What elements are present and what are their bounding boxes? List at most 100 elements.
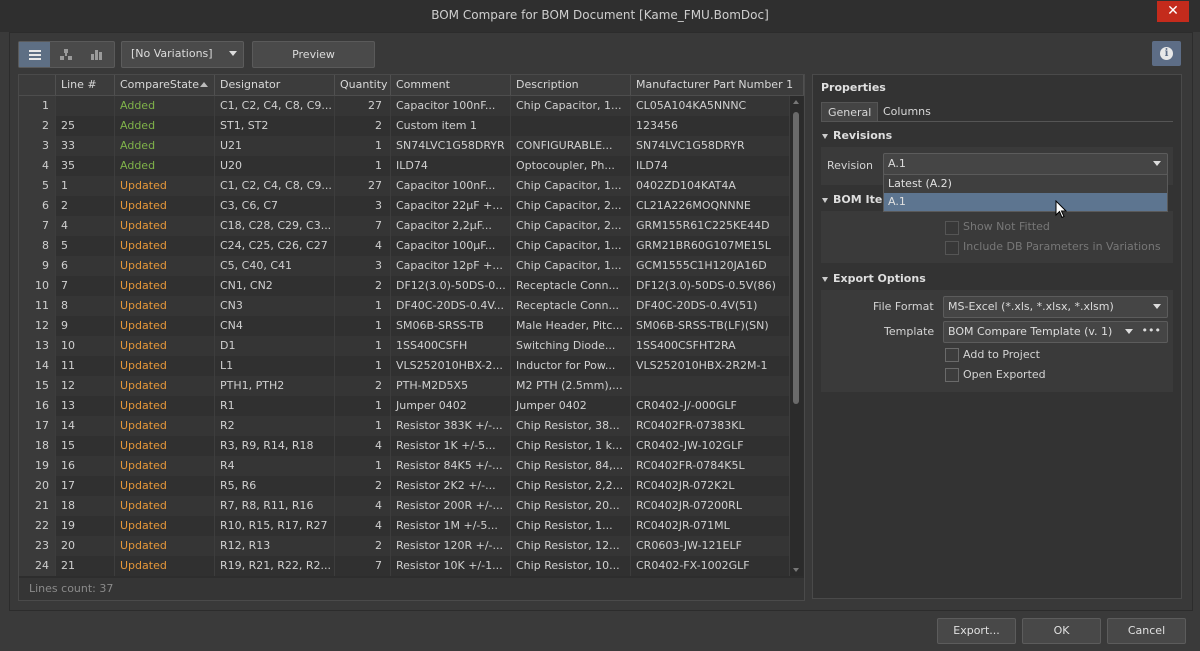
table-row[interactable]: 24 21 Updated R19, R21, R22, R2... 7 Resistor… (19, 556, 790, 576)
close-button[interactable]: ✕ (1157, 1, 1189, 22)
grid-scrollbar[interactable] (790, 96, 803, 576)
cell-quantity: 1 (335, 356, 391, 376)
revisions-section-header[interactable]: Revisions (822, 129, 892, 142)
cell-row-index: 2 (19, 116, 56, 136)
cell-comment: Capacitor 100µF... (391, 236, 511, 256)
col-compare-state[interactable]: CompareState (115, 75, 215, 95)
cell-designator: U21 (215, 136, 335, 156)
export-options-section-header[interactable]: Export Options (822, 272, 926, 285)
cell-designator: R10, R15, R17, R27 (215, 516, 335, 536)
file-format-dropdown[interactable]: MS-Excel (*.xls, *.xlsx, *.xlsm) (943, 296, 1168, 318)
cell-row-index: 21 (19, 496, 56, 516)
bom-compare-grid: Line # CompareState Designator Quantity … (18, 74, 805, 601)
include-db-checkbox[interactable] (945, 241, 959, 255)
cell-comment: SM06B-SRSS-TB (391, 316, 511, 336)
table-row[interactable]: 9 6 Updated C5, C40, C41 3 Capacitor 12pF +..… (19, 256, 790, 276)
table-row[interactable]: 2 25 Added ST1, ST2 2 Custom item 1 123456 (19, 116, 790, 136)
cell-comment: DF40C-20DS-0.4V... (391, 296, 511, 316)
chart-view-icon[interactable] (81, 42, 112, 67)
table-row[interactable]: 8 5 Updated C24, C25, C26, C27 4 Capacitor 10… (19, 236, 790, 256)
tab-general[interactable]: General (821, 102, 879, 122)
tab-columns[interactable]: Columns (877, 102, 937, 121)
show-not-fitted-checkbox[interactable] (945, 221, 959, 235)
col-description[interactable]: Description (511, 75, 631, 95)
table-row[interactable]: 17 14 Updated R2 1 Resistor 383K +/-... Chip R… (19, 416, 790, 436)
table-row[interactable]: 21 18 Updated R7, R8, R11, R16 4 Resistor 200… (19, 496, 790, 516)
cell-compare-state: Updated (115, 476, 215, 496)
cell-description: Chip Resistor, 38... (511, 416, 631, 436)
scroll-down-icon[interactable] (793, 568, 799, 572)
col-line[interactable]: Line # (56, 75, 115, 95)
open-exported-checkbox[interactable] (945, 368, 959, 382)
cell-quantity: 27 (335, 96, 391, 116)
cell-description: Receptacle Conn... (511, 296, 631, 316)
cell-row-index: 11 (19, 296, 56, 316)
ok-button[interactable]: OK (1022, 618, 1101, 644)
table-row[interactable]: 14 11 Updated L1 1 VLS252010HBX-2... Inductor … (19, 356, 790, 376)
cell-mpn: SN74LVC1G58DRYR (631, 136, 790, 156)
table-row[interactable]: 20 17 Updated R5, R6 2 Resistor 2K2 +/-... Chi… (19, 476, 790, 496)
cell-description: Chip Capacitor, 2... (511, 216, 631, 236)
add-to-project-checkbox[interactable] (945, 348, 959, 362)
col-mpn[interactable]: Manufacturer Part Number 1 (631, 75, 804, 95)
col-designator[interactable]: Designator (215, 75, 335, 95)
revision-option-a1[interactable]: A.1 (884, 193, 1167, 211)
cell-line-number: 17 (56, 476, 115, 496)
table-row[interactable]: 6 2 Updated C3, C6, C7 3 Capacitor 22µF +... C… (19, 196, 790, 216)
revision-dropdown[interactable]: A.1 (883, 153, 1168, 175)
template-dropdown[interactable]: BOM Compare Template (v. 1) ••• (943, 321, 1168, 343)
cell-line-number (56, 96, 115, 116)
table-row[interactable]: 22 19 Updated R10, R15, R17, R27 4 Resistor 1… (19, 516, 790, 536)
mouse-cursor-icon (1055, 200, 1067, 219)
cancel-button[interactable]: Cancel (1107, 618, 1186, 644)
table-row[interactable]: 11 8 Updated CN3 1 DF40C-20DS-0.4V... Receptac… (19, 296, 790, 316)
cell-row-index: 1 (19, 96, 56, 116)
table-row[interactable]: 18 15 Updated R3, R9, R14, R18 4 Resistor 1K … (19, 436, 790, 456)
cell-designator: C1, C2, C4, C8, C9... (215, 96, 335, 116)
preview-button[interactable]: Preview (252, 41, 375, 68)
variations-dropdown[interactable]: [No Variations] (121, 41, 244, 68)
cell-mpn: RC0402FR-07383KL (631, 416, 790, 436)
table-row[interactable]: 1 Added C1, C2, C4, C8, C9... 27 Capacitor 1… (19, 96, 790, 116)
cell-compare-state: Updated (115, 316, 215, 336)
cell-quantity: 3 (335, 196, 391, 216)
properties-panel: Properties General Columns Revisions Rev… (812, 74, 1182, 599)
scroll-up-icon[interactable] (793, 100, 799, 104)
cell-quantity: 1 (335, 316, 391, 336)
table-row[interactable]: 15 12 Updated PTH1, PTH2 2 PTH-M2D5X5 M2 PTH (… (19, 376, 790, 396)
cell-line-number: 6 (56, 256, 115, 276)
scrollbar-thumb[interactable] (793, 112, 799, 404)
table-row[interactable]: 19 16 Updated R4 1 Resistor 84K5 +/-... Chip R… (19, 456, 790, 476)
cell-quantity: 4 (335, 516, 391, 536)
cell-line-number: 25 (56, 116, 115, 136)
cell-description: Chip Resistor, 10... (511, 556, 631, 576)
table-row[interactable]: 10 7 Updated CN1, CN2 2 DF12(3.0)-50DS-0... Re… (19, 276, 790, 296)
cell-mpn: 0402ZD104KAT4A (631, 176, 790, 196)
table-row[interactable]: 12 9 Updated CN4 1 SM06B-SRSS-TB Male Header, … (19, 316, 790, 336)
cell-compare-state: Updated (115, 416, 215, 436)
export-button[interactable]: Export... (937, 618, 1016, 644)
cell-row-index: 9 (19, 256, 56, 276)
table-row[interactable]: 16 13 Updated R1 1 Jumper 0402 Jumper 0402 CR04… (19, 396, 790, 416)
list-view-icon[interactable] (19, 42, 50, 67)
table-row[interactable]: 7 4 Updated C18, C28, C29, C3... 7 Capacitor … (19, 216, 790, 236)
table-row[interactable]: 3 33 Added U21 1 SN74LVC1G58DRYR CONFIGURABLE.… (19, 136, 790, 156)
cell-comment: Resistor 1K +/-5... (391, 436, 511, 456)
cell-mpn: GCM1555C1H120JA16D (631, 256, 790, 276)
more-options-icon[interactable]: ••• (1142, 324, 1161, 337)
col-index[interactable] (19, 75, 56, 95)
revision-option-latest[interactable]: Latest (A.2) (884, 175, 1167, 193)
table-row[interactable]: 5 1 Updated C1, C2, C4, C8, C9... 27 Capacito… (19, 176, 790, 196)
cell-row-index: 24 (19, 556, 56, 576)
tree-view-icon[interactable] (50, 42, 81, 67)
cell-comment: PTH-M2D5X5 (391, 376, 511, 396)
cell-row-index: 3 (19, 136, 56, 156)
cell-row-index: 13 (19, 336, 56, 356)
table-row[interactable]: 23 20 Updated R12, R13 2 Resistor 120R +/-...… (19, 536, 790, 556)
info-button[interactable]: i (1152, 41, 1181, 66)
col-quantity[interactable]: Quantity (335, 75, 391, 95)
table-row[interactable]: 13 10 Updated D1 1 1SS400CSFH Switching Diode.… (19, 336, 790, 356)
cell-row-index: 14 (19, 356, 56, 376)
table-row[interactable]: 4 35 Added U20 1 ILD74 Optocoupler, Ph... ILD74 (19, 156, 790, 176)
col-comment[interactable]: Comment (391, 75, 511, 95)
